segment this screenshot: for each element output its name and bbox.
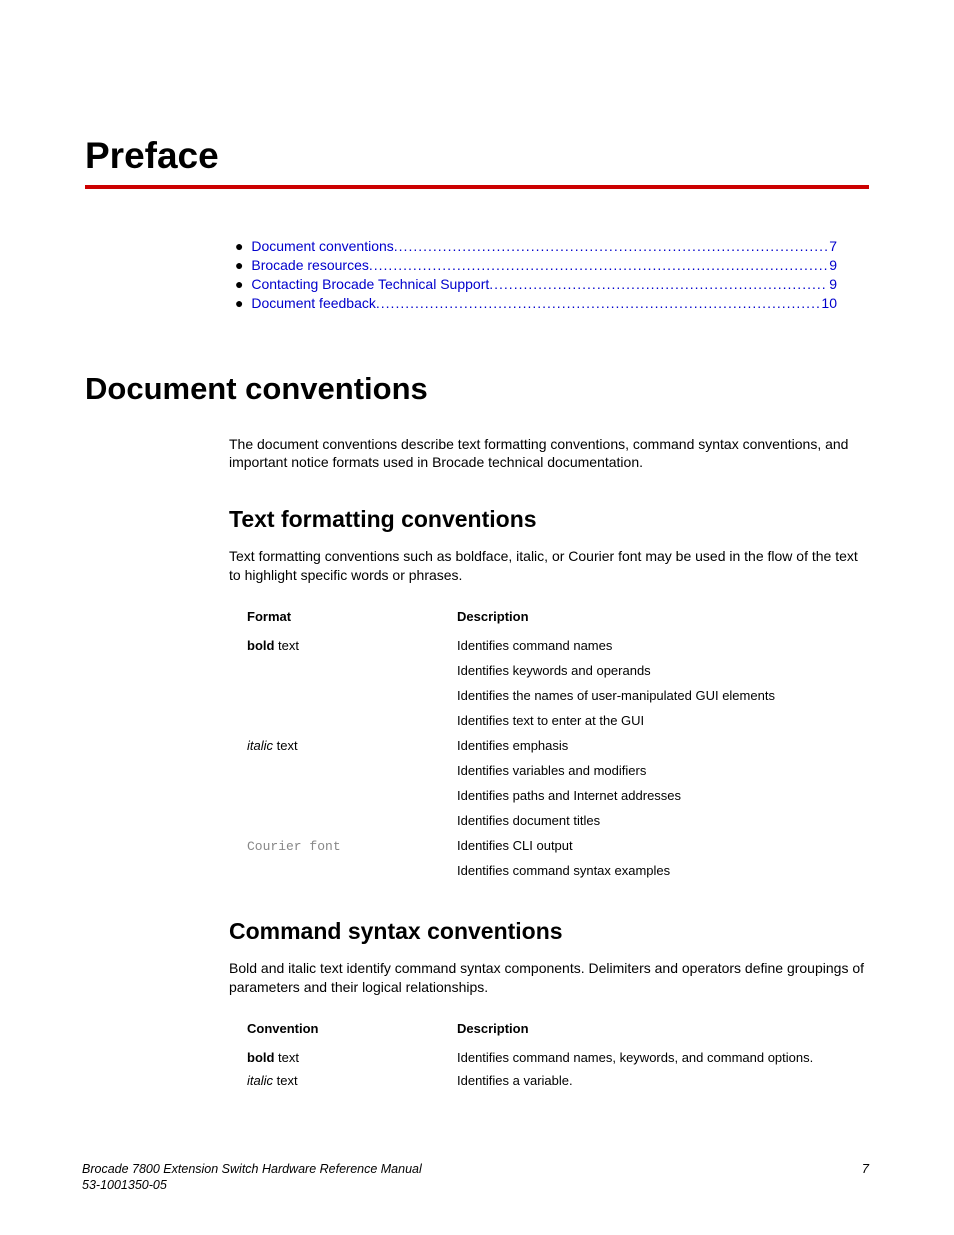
command-syntax-intro: Bold and italic text identify command sy… (229, 959, 869, 997)
chapter-rule (85, 185, 869, 189)
toc-leader (489, 275, 827, 294)
toc-page[interactable]: 9 (827, 256, 837, 275)
text-formatting-table: Format Description bold text Identifies … (247, 605, 877, 884)
toc-page[interactable]: 7 (827, 237, 837, 256)
toc-page[interactable]: 9 (827, 275, 837, 294)
bullet-icon: ● (235, 294, 247, 313)
format-cell: bold text (247, 634, 457, 734)
description-cell: Identifies a variable. (457, 1069, 877, 1092)
page-footer: Brocade 7800 Extension Switch Hardware R… (82, 1161, 869, 1194)
footer-title: Brocade 7800 Extension Switch Hardware R… (82, 1161, 422, 1177)
description-line: Identifies CLI output (457, 838, 867, 853)
table-row: bold text Identifies command names, keyw… (247, 1046, 877, 1069)
table-row: Courier font Identifies CLI output Ident… (247, 834, 877, 884)
format-prefix: italic (247, 738, 273, 753)
format-suffix: text (274, 1050, 299, 1065)
command-syntax-table: Convention Description bold text Identif… (247, 1017, 877, 1092)
toc-row: ● Document feedback 10 (235, 294, 837, 313)
description-line: Identifies the names of user-manipulated… (457, 688, 867, 703)
description-cell: Identifies command names, keywords, and … (457, 1046, 877, 1069)
format-cell: bold text (247, 1046, 457, 1069)
toc-link[interactable]: Brocade resources (251, 256, 369, 275)
description-line: Identifies text to enter at the GUI (457, 713, 867, 728)
format-prefix: italic (247, 1073, 273, 1088)
bullet-icon: ● (235, 275, 247, 294)
toc-leader (376, 294, 820, 313)
text-formatting-intro: Text formatting conventions such as bold… (229, 547, 869, 585)
format-cell: Courier font (247, 834, 457, 884)
footer-docnum: 53-1001350-05 (82, 1177, 422, 1193)
description-line: Identifies variables and modifiers (457, 763, 867, 778)
toc-leader (369, 256, 827, 275)
subsection-title-text-formatting: Text formatting conventions (229, 506, 869, 533)
table-row: bold text Identifies command names Ident… (247, 634, 877, 734)
toc-link[interactable]: Contacting Brocade Technical Support (251, 275, 489, 294)
chapter-title: Preface (85, 135, 869, 177)
description-line: Identifies emphasis (457, 738, 867, 753)
description-line: Identifies command syntax examples (457, 863, 867, 878)
table-header-row: Convention Description (247, 1017, 877, 1046)
description-line: Identifies document titles (457, 813, 867, 828)
format-suffix: text (273, 738, 298, 753)
format-cell: italic text (247, 734, 457, 834)
col-header-description: Description (457, 605, 877, 634)
bullet-icon: ● (235, 237, 247, 256)
col-header-convention: Convention (247, 1017, 457, 1046)
format-suffix: text (273, 1073, 298, 1088)
description-cell: Identifies emphasis Identifies variables… (457, 734, 877, 834)
format-prefix: bold (247, 638, 274, 653)
format-prefix: Courier font (247, 839, 341, 854)
col-header-format: Format (247, 605, 457, 634)
mini-toc: ● Document conventions 7 ● Brocade resou… (235, 237, 837, 313)
description-cell: Identifies CLI output Identifies command… (457, 834, 877, 884)
table-row: italic text Identifies emphasis Identifi… (247, 734, 877, 834)
description-line: Identifies paths and Internet addresses (457, 788, 867, 803)
description-line: Identifies command names (457, 638, 867, 653)
toc-leader (394, 237, 827, 256)
format-cell: italic text (247, 1069, 457, 1092)
section-intro: The document conventions describe text f… (229, 435, 869, 473)
col-header-description: Description (457, 1017, 877, 1046)
toc-row: ● Contacting Brocade Technical Support 9 (235, 275, 837, 294)
description-cell: Identifies command names Identifies keyw… (457, 634, 877, 734)
format-prefix: bold (247, 1050, 274, 1065)
format-suffix: text (274, 638, 299, 653)
toc-page[interactable]: 10 (819, 294, 837, 313)
toc-row: ● Document conventions 7 (235, 237, 837, 256)
toc-link[interactable]: Document feedback (251, 294, 376, 313)
table-row: italic text Identifies a variable. (247, 1069, 877, 1092)
subsection-title-command-syntax: Command syntax conventions (229, 918, 869, 945)
toc-row: ● Brocade resources 9 (235, 256, 837, 275)
section-title: Document conventions (85, 371, 869, 407)
footer-page-number: 7 (862, 1161, 869, 1176)
bullet-icon: ● (235, 256, 247, 275)
table-header-row: Format Description (247, 605, 877, 634)
description-line: Identifies keywords and operands (457, 663, 867, 678)
toc-link[interactable]: Document conventions (251, 237, 393, 256)
